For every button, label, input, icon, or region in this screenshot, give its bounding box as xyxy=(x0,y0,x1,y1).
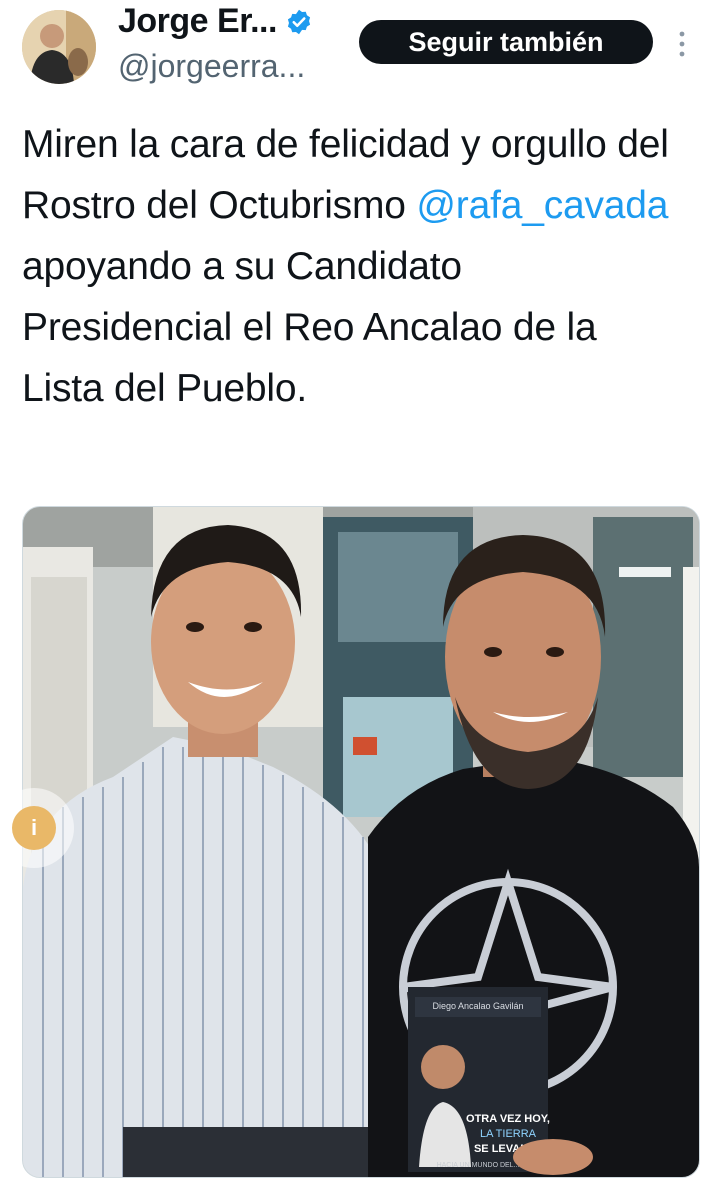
info-icon: i xyxy=(12,806,56,850)
author-display-name[interactable]: Jorge Er... xyxy=(118,2,277,41)
author-handle[interactable]: @jorgeerra... xyxy=(118,48,305,85)
book-author-text: Diego Ancalao Gavilán xyxy=(432,1001,523,1011)
tweet-header: Jorge Er... @jorgeerra... Seguir también xyxy=(0,0,701,100)
book-title-line1: OTRA VEZ HOY, xyxy=(466,1113,550,1125)
author-name-row: Jorge Er... xyxy=(118,2,313,41)
more-vertical-icon[interactable] xyxy=(676,30,688,58)
follow-button[interactable]: Seguir también xyxy=(359,20,653,64)
tweet-text: Miren la cara de felicidad y orgullo del… xyxy=(22,114,682,419)
tweet-mention-link[interactable]: @rafa_cavada xyxy=(416,184,668,227)
tweet-photo[interactable]: Diego Ancalao Gavilán OTRA VEZ HOY, LA T… xyxy=(22,506,700,1178)
book-subtitle: HACIA UN MUNDO DEL... xyxy=(437,1162,520,1169)
tweet-text-part2: apoyando a su Candidato Presidencial el … xyxy=(22,245,597,410)
book-title-line2: LA TIERRA xyxy=(480,1128,537,1140)
author-avatar[interactable] xyxy=(22,10,96,84)
verified-badge-icon xyxy=(287,9,310,34)
